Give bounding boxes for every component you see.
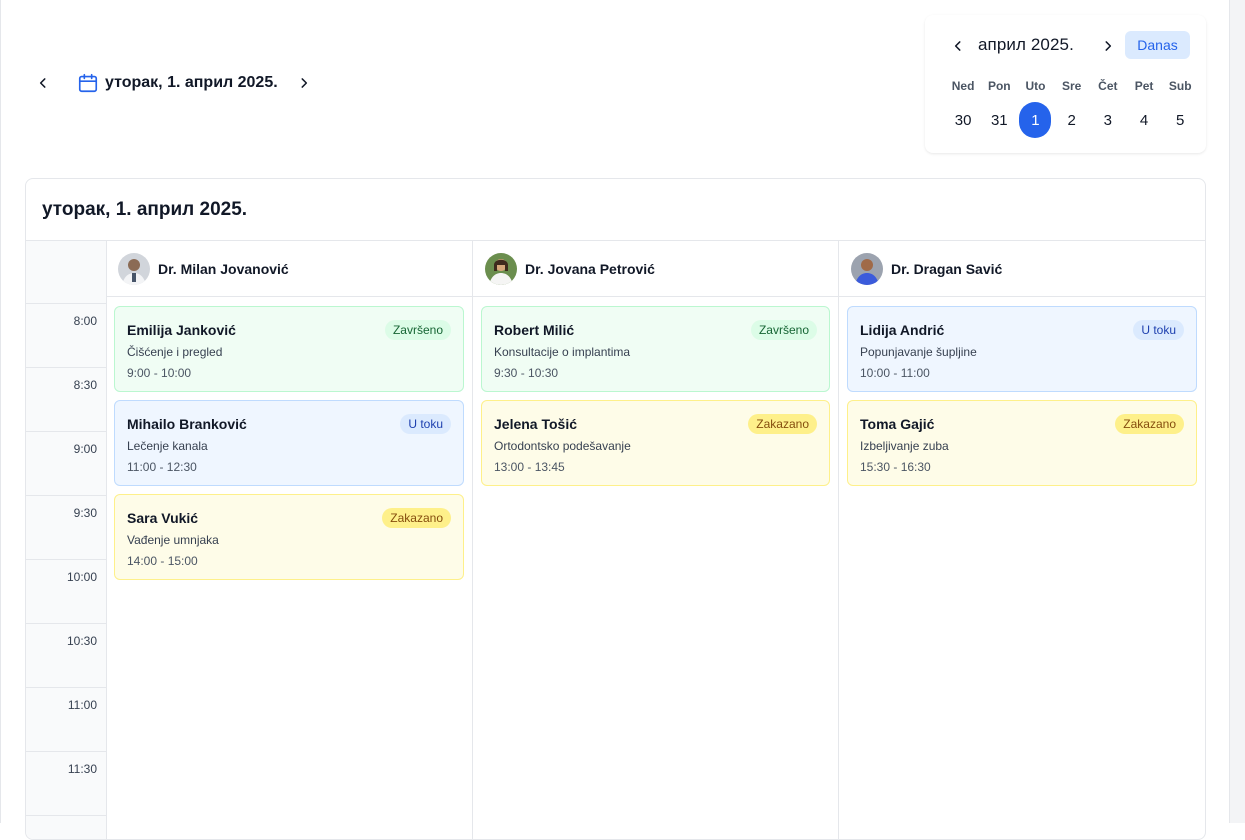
weekday-label: Čet (1098, 79, 1118, 93)
schedule-card: уторак, 1. април 2025. 8:00 8:30 9:00 9:… (25, 178, 1206, 840)
time-slot: 11:00 (26, 688, 106, 752)
scrollbar[interactable] (1229, 0, 1245, 823)
status-badge: Zakazano (382, 508, 451, 528)
procedure-label: Lečenje kanala (127, 439, 208, 453)
appointment-card[interactable]: Jelena Tošić Zakazano Ortodontsko podešav… (481, 400, 830, 486)
time-column-header (26, 241, 106, 304)
status-badge: U toku (400, 414, 451, 434)
patient-name: Jelena Tošić (494, 416, 578, 432)
calendar-day[interactable]: 2 (1054, 102, 1090, 138)
avatar (851, 252, 883, 285)
time-slot: 8:30 (26, 368, 106, 432)
procedure-label: Vađenje umnjaka (127, 533, 219, 547)
day-number: 2 (1067, 111, 1076, 129)
date-navigator: уторак, 1. април 2025. (33, 70, 314, 96)
weekday-label: Sre (1061, 79, 1082, 93)
time-slot: 9:30 (26, 496, 106, 560)
time-slot: 10:30 (26, 624, 106, 688)
schedule-title: уторак, 1. април 2025. (42, 199, 248, 220)
time-slot: 11:30 (26, 752, 106, 816)
day-number: 31 (990, 111, 1008, 129)
doctor-name: Dr. Dragan Savić (891, 260, 1003, 277)
doctor-column: Dr. Dragan Savić Lidija Andrić U toku Pop… (839, 241, 1205, 839)
appointment-card[interactable]: Sara Vukić Zakazano Vađenje umnjaka 14:00… (114, 494, 464, 580)
avatar (485, 252, 517, 285)
day-number: 5 (1176, 111, 1185, 129)
mini-calendar-month: април 2025. (978, 35, 1074, 54)
chevron-right-icon (301, 78, 307, 88)
doctor-name: Dr. Jovana Petrović (525, 260, 655, 277)
appointment-time: 10:00 - 11:00 (860, 366, 930, 380)
day-row: 30 31 1 2 3 4 5 (945, 102, 1198, 138)
appointment-card[interactable]: Mihailo Branković U toku Lečenje kanala 1… (114, 400, 464, 486)
calendar-day-selected[interactable]: 1 (1017, 102, 1053, 138)
appointment-time: 9:30 - 10:30 (494, 366, 559, 380)
status-badge: Zakazano (748, 414, 817, 434)
chevron-right-icon (1105, 41, 1112, 51)
time-slot: 10:00 (26, 560, 106, 624)
procedure-label: Izbeljivanje zuba (860, 439, 949, 453)
calendar-day[interactable]: 4 (1126, 102, 1162, 138)
day-number: 1 (1019, 102, 1052, 138)
current-date-label: уторак, 1. април 2025. (105, 74, 278, 91)
time-slot: 8:00 (26, 304, 106, 368)
calendar-icon (77, 72, 99, 94)
avatar (118, 252, 150, 285)
appointment-card[interactable]: Robert Milić Završeno Konsultacije o impl… (481, 306, 830, 392)
weekday-label: Pon (987, 79, 1011, 93)
prev-day-button[interactable] (33, 70, 53, 96)
status-badge: Završeno (750, 320, 817, 340)
status-badge: Završeno (384, 320, 451, 340)
doctor-column: Dr. Jovana Petrović Robert Milić Završeno… (473, 241, 839, 839)
status-badge: U toku (1133, 320, 1184, 340)
patient-name: Emilija Janković (127, 322, 236, 338)
left-border (0, 0, 1, 823)
day-number: 3 (1103, 111, 1113, 129)
mini-calendar: април 2025. Danas Ned Pon Uto Sre Čet Pe… (925, 15, 1206, 153)
next-month-button[interactable] (1098, 33, 1118, 59)
calendar-day[interactable]: 5 (1162, 102, 1198, 138)
calendar-day[interactable]: 31 (981, 102, 1017, 138)
time-slot: 9:00 (26, 432, 106, 496)
status-badge: Zakazano (1115, 414, 1184, 434)
day-number: 4 (1139, 111, 1149, 129)
calendar-day[interactable]: 3 (1090, 102, 1126, 138)
appointment-time: 14:00 - 15:00 (127, 554, 198, 568)
appointment-time: 11:00 - 12:30 (127, 460, 197, 474)
next-day-button[interactable] (294, 70, 314, 96)
procedure-label: Ortodontsko podešavanje (494, 439, 631, 453)
appointment-time: 9:00 - 10:00 (127, 366, 192, 380)
procedure-label: Popunjavanje šupljine (860, 345, 977, 359)
weekday-label: Sub (1168, 79, 1192, 93)
calendar-day[interactable]: 30 (945, 102, 981, 138)
appointment-time: 13:00 - 13:45 (494, 460, 565, 474)
patient-name: Toma Gajić (860, 416, 935, 432)
weekday-label: Ned (951, 79, 975, 93)
patient-name: Sara Vukić (127, 510, 199, 526)
patient-name: Robert Milić (494, 322, 575, 338)
time-column: 8:00 8:30 9:00 9:30 10:00 10:30 11:00 11… (26, 241, 107, 839)
prev-month-button[interactable] (948, 33, 968, 59)
appointment-card[interactable]: Toma Gajić Zakazano Izbeljivanje zuba 15:… (847, 400, 1197, 486)
weekday-label: Uto (1025, 79, 1046, 93)
doctor-header: Dr. Dragan Savić (839, 241, 1205, 297)
patient-name: Lidija Andrić (860, 322, 945, 338)
mini-calendar-header: април 2025. Danas (925, 31, 1206, 59)
doctor-column: Dr. Milan Jovanović Emilija Janković Zavr… (106, 241, 473, 839)
doctor-header: Dr. Jovana Petrović (473, 241, 838, 297)
patient-name: Mihailo Branković (127, 416, 247, 432)
appointment-time: 15:30 - 16:30 (860, 460, 931, 474)
procedure-label: Konsultacije o implantima (494, 345, 631, 359)
appointment-card[interactable]: Lidija Andrić U toku Popunjavanje šupljin… (847, 306, 1197, 392)
procedure-label: Čišćenje i pregled (127, 345, 223, 359)
today-button[interactable]: Danas (1125, 31, 1190, 59)
appointment-card[interactable]: Emilija Janković Završeno Čišćenje i preg… (114, 306, 464, 392)
weekday-label: Pet (1134, 79, 1154, 93)
chevron-left-icon (954, 41, 961, 51)
weekday-header: Ned Pon Uto Sre Čet Pet Sub (945, 79, 1198, 93)
doctor-header: Dr. Milan Jovanović (106, 241, 472, 297)
day-number: 30 (954, 111, 972, 129)
doctor-name: Dr. Milan Jovanović (158, 260, 289, 277)
chevron-left-icon (39, 78, 46, 88)
